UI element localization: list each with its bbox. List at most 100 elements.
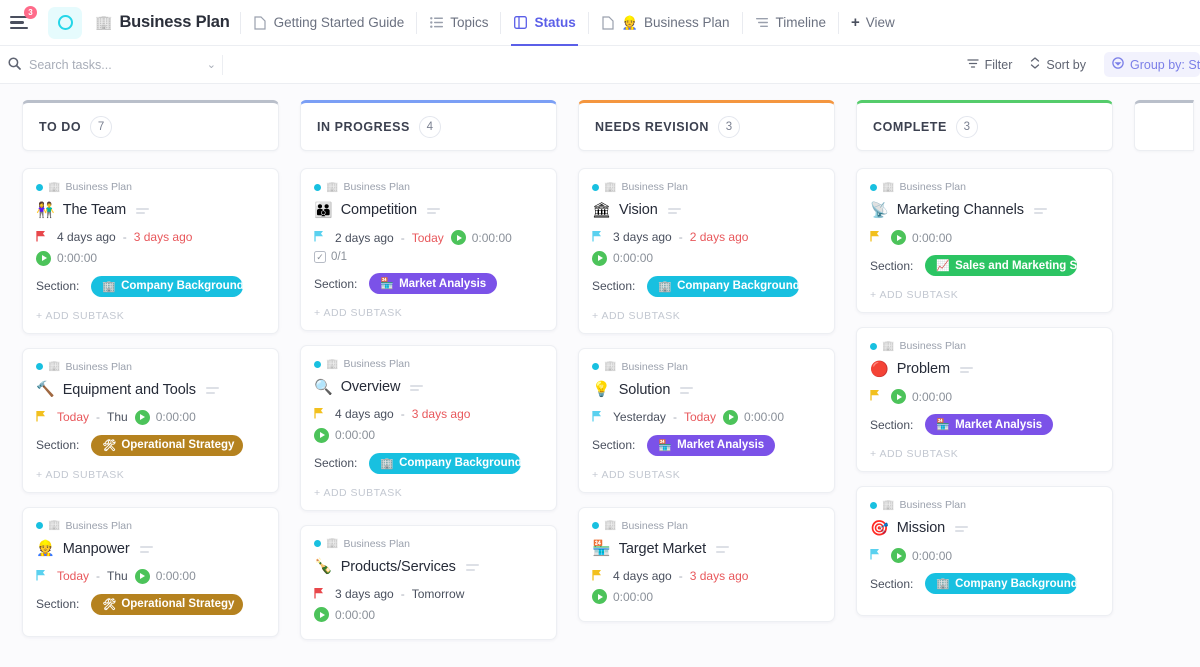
- task-card[interactable]: 🏢Business Plan🎯Mission0:00:00Section:🏢Co…: [856, 486, 1113, 616]
- priority-flag-icon[interactable]: [870, 548, 884, 563]
- priority-flag-icon[interactable]: [36, 410, 50, 425]
- section-tag[interactable]: 🏢Company Background: [91, 276, 243, 297]
- due-date[interactable]: 2 days ago: [690, 230, 749, 244]
- search-box[interactable]: ⌄: [0, 57, 222, 73]
- due-date[interactable]: 3 days ago: [690, 569, 749, 583]
- start-date[interactable]: 3 days ago: [335, 587, 394, 601]
- priority-flag-icon[interactable]: [36, 230, 50, 245]
- add-subtask-button[interactable]: + ADD SUBTASK: [592, 466, 821, 481]
- task-card[interactable]: 🏢Business Plan👪Competition2 days ago-Tod…: [300, 168, 557, 331]
- due-date[interactable]: Thu: [107, 410, 128, 424]
- column-header[interactable]: NEEDS REVISION3: [578, 100, 835, 151]
- tab-getting-started-guide[interactable]: Getting Started Guide: [251, 11, 407, 34]
- sort-button[interactable]: Sort by: [1030, 57, 1086, 72]
- time-tracker[interactable]: 0:00:00: [891, 548, 952, 563]
- task-card[interactable]: 🏢Business Plan💡SolutionYesterday-Today0:…: [578, 348, 835, 493]
- priority-flag-icon[interactable]: [592, 230, 606, 245]
- clickup-logo-button[interactable]: [48, 7, 82, 39]
- add-subtask-button[interactable]: + ADD SUBTASK: [870, 286, 1099, 301]
- priority-flag-icon[interactable]: [314, 587, 328, 602]
- play-icon[interactable]: [891, 389, 906, 404]
- section-tag[interactable]: 🛠Operational Strategy: [91, 435, 243, 456]
- start-date[interactable]: Today: [57, 410, 89, 424]
- section-tag[interactable]: 🏢Company Background: [647, 276, 799, 297]
- time-tracker[interactable]: 0:00:00: [135, 410, 196, 425]
- column-header[interactable]: IN PROGRESS4: [300, 100, 557, 151]
- section-tag[interactable]: 📈Sales and Marketing Str...: [925, 255, 1077, 276]
- priority-flag-icon[interactable]: [870, 389, 884, 404]
- add-subtask-button[interactable]: + ADD SUBTASK: [592, 307, 821, 322]
- section-tag[interactable]: 🏢Company Background: [369, 453, 521, 474]
- play-icon[interactable]: [891, 230, 906, 245]
- time-tracker[interactable]: 0:00:00: [314, 607, 375, 622]
- section-tag[interactable]: 🏪Market Analysis: [647, 435, 775, 456]
- tab-timeline[interactable]: Timeline: [753, 11, 829, 34]
- time-tracker[interactable]: 0:00:00: [314, 428, 375, 443]
- start-date[interactable]: 3 days ago: [613, 230, 672, 244]
- add-subtask-button[interactable]: + ADD SUBTASK: [36, 307, 265, 322]
- due-date[interactable]: Thu: [107, 569, 128, 583]
- play-icon[interactable]: [592, 589, 607, 604]
- priority-flag-icon[interactable]: [592, 410, 606, 425]
- menu-toggle-button[interactable]: 3: [6, 8, 36, 38]
- priority-flag-icon[interactable]: [314, 407, 328, 422]
- time-tracker[interactable]: 0:00:00: [451, 230, 512, 245]
- section-tag[interactable]: 🛠Operational Strategy: [91, 594, 243, 615]
- column-header[interactable]: TO DO7: [22, 100, 279, 151]
- play-icon[interactable]: [723, 410, 738, 425]
- tab-status[interactable]: Status: [511, 11, 577, 34]
- due-date[interactable]: 3 days ago: [412, 407, 471, 421]
- add-subtask-button[interactable]: + ADD SUBTASK: [36, 466, 265, 481]
- time-tracker[interactable]: 0:00:00: [891, 230, 952, 245]
- group-by-button[interactable]: Group by: Status: [1104, 52, 1200, 77]
- column-header[interactable]: COMPLETE3: [856, 100, 1113, 151]
- task-card[interactable]: 🏢Business Plan🍾Products/Services3 days a…: [300, 525, 557, 641]
- filter-button[interactable]: Filter: [967, 58, 1013, 72]
- start-date[interactable]: 4 days ago: [613, 569, 672, 583]
- time-tracker[interactable]: 0:00:00: [592, 589, 653, 604]
- section-tag[interactable]: 🏪Market Analysis: [369, 273, 497, 294]
- search-input[interactable]: [29, 58, 179, 72]
- time-tracker[interactable]: 0:00:00: [891, 389, 952, 404]
- add-subtask-button[interactable]: + ADD SUBTASK: [314, 304, 543, 319]
- chevron-down-icon[interactable]: ⌄: [207, 58, 222, 71]
- task-card[interactable]: 🏢Business Plan👷ManpowerToday-Thu0:00:00S…: [22, 507, 279, 637]
- task-card[interactable]: 🏢Business Plan👫The Team4 days ago-3 days…: [22, 168, 279, 334]
- tab-business-plan[interactable]: 👷 Business Plan: [599, 11, 732, 34]
- task-card[interactable]: 🏢Business Plan🏪Target Market4 days ago-3…: [578, 507, 835, 623]
- time-tracker[interactable]: 0:00:00: [723, 410, 784, 425]
- priority-flag-icon[interactable]: [36, 569, 50, 584]
- start-date[interactable]: 4 days ago: [335, 407, 394, 421]
- column-header[interactable]: [1134, 100, 1194, 151]
- add-view-button[interactable]: + View: [849, 11, 897, 34]
- play-icon[interactable]: [135, 569, 150, 584]
- time-tracker[interactable]: 0:00:00: [36, 251, 97, 266]
- task-card[interactable]: 🏢Business Plan📡Marketing Channels0:00:00…: [856, 168, 1113, 313]
- due-date[interactable]: 3 days ago: [134, 230, 193, 244]
- priority-flag-icon[interactable]: [314, 230, 328, 245]
- task-card[interactable]: 🏢Business Plan🔴Problem0:00:00Section:🏪Ma…: [856, 327, 1113, 472]
- time-tracker[interactable]: 0:00:00: [135, 569, 196, 584]
- tab-topics[interactable]: Topics: [427, 11, 490, 34]
- play-icon[interactable]: [314, 607, 329, 622]
- play-icon[interactable]: [135, 410, 150, 425]
- due-date[interactable]: Today: [684, 410, 716, 424]
- start-date[interactable]: 4 days ago: [57, 230, 116, 244]
- task-card[interactable]: 🏢Business Plan🔍Overview4 days ago-3 days…: [300, 345, 557, 511]
- start-date[interactable]: Today: [57, 569, 89, 583]
- time-tracker[interactable]: 0:00:00: [592, 251, 653, 266]
- play-icon[interactable]: [314, 428, 329, 443]
- play-icon[interactable]: [891, 548, 906, 563]
- task-card[interactable]: 🏢Business Plan🔨Equipment and ToolsToday-…: [22, 348, 279, 493]
- play-icon[interactable]: [592, 251, 607, 266]
- space-title[interactable]: 🏢 Business Plan: [95, 13, 230, 32]
- priority-flag-icon[interactable]: [592, 569, 606, 584]
- play-icon[interactable]: [36, 251, 51, 266]
- checklist-progress[interactable]: ✓0/1: [314, 251, 543, 263]
- start-date[interactable]: Yesterday: [613, 410, 666, 424]
- play-icon[interactable]: [451, 230, 466, 245]
- due-date[interactable]: Today: [412, 231, 444, 245]
- section-tag[interactable]: 🏪Market Analysis: [925, 414, 1053, 435]
- priority-flag-icon[interactable]: [870, 230, 884, 245]
- task-card[interactable]: 🏢Business Plan🏛Vision3 days ago-2 days a…: [578, 168, 835, 334]
